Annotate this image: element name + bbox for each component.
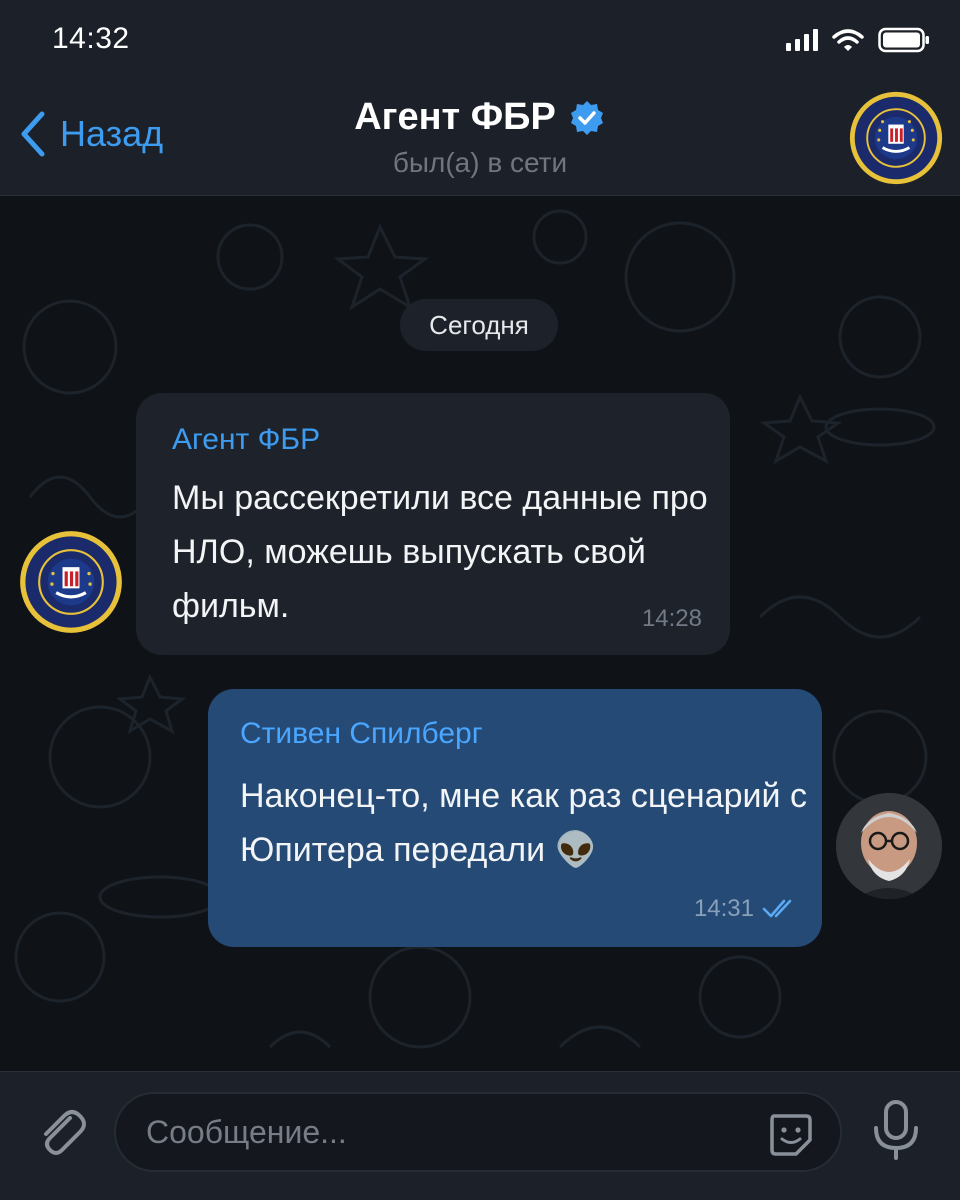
chat-header: Назад Агент ФБР был(а) в сети	[0, 80, 960, 196]
fbi-seal-avatar[interactable]	[848, 90, 944, 186]
paperclip-icon[interactable]	[30, 1100, 90, 1160]
message-sender[interactable]: Агент ФБР	[172, 423, 320, 457]
microphone-icon[interactable]	[868, 1098, 924, 1162]
message-time: 14:28	[641, 605, 702, 632]
user-avatar[interactable]	[836, 793, 942, 899]
message-text: Мы рассекретили все данные про НЛО, може…	[172, 479, 708, 625]
status-icons	[786, 24, 930, 56]
chat-status: был(а) в сети	[392, 147, 568, 178]
verified-badge-icon	[570, 100, 603, 135]
chat-title: Агент ФБР	[354, 96, 556, 138]
input-bar	[0, 1071, 960, 1200]
message-field[interactable]	[114, 1092, 842, 1172]
status-time: 14:32	[52, 22, 130, 55]
sticker-icon[interactable]	[766, 1110, 814, 1158]
message-bubble-incoming[interactable]: Агент ФБР Мы рассекретили все данные про…	[136, 393, 730, 655]
message-sender[interactable]: Стивен Спилберг	[240, 717, 483, 751]
message-time: 14:31	[693, 895, 754, 922]
wifi-icon	[832, 29, 864, 51]
signal-icon	[786, 29, 818, 51]
battery-icon	[878, 27, 929, 53]
date-separator: Сегодня	[400, 299, 558, 351]
chat-area[interactable]: Сегодня Агент ФБР Мы рассекретили все да…	[0, 197, 960, 1070]
message-text: Наконец-то, мне как раз сценарий с Юпите…	[240, 777, 807, 869]
chat-title-area[interactable]: Агент ФБР был(а) в сети	[0, 96, 960, 179]
user-photo	[836, 793, 942, 899]
message-input[interactable]	[146, 1094, 746, 1170]
fbi-seal-avatar[interactable]	[18, 529, 124, 635]
double-check-icon	[762, 899, 792, 918]
message-bubble-outgoing[interactable]: Стивен Спилберг Наконец-то, мне как раз …	[208, 689, 822, 947]
status-bar: 14:32	[0, 0, 960, 80]
